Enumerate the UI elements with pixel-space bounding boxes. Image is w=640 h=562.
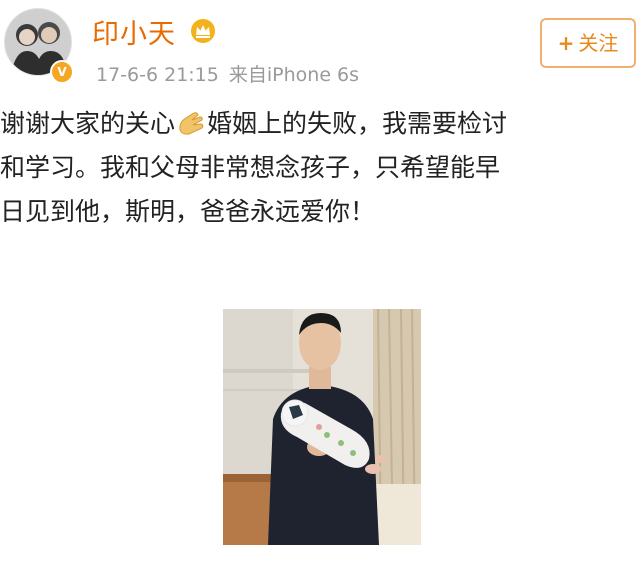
post-line-1-after: 婚姻上的失败，我需要检讨: [207, 109, 508, 138]
post-line-2: 和学习。我和父母非常想念孩子，只希望能早: [0, 153, 501, 182]
post-meta: 17-6-6 21:15 来自iPhone 6s: [96, 60, 369, 87]
author-name[interactable]: 印小天: [92, 12, 176, 51]
post-timestamp: 17-6-6 21:15: [96, 64, 219, 86]
crown-icon: [191, 19, 215, 43]
verified-v-icon: V: [50, 60, 74, 84]
post-content: 谢谢大家的关心 婚姻上的失败，我需要检讨 和学习。我和父母非常想念孩子，只希望能…: [0, 102, 640, 234]
post-photo[interactable]: [223, 309, 421, 545]
post-line-1-before: 谢谢大家的关心: [0, 109, 176, 138]
plus-icon: +: [557, 31, 575, 55]
clap-emoji: [179, 112, 204, 135]
follow-label: 关注: [578, 31, 619, 55]
post-line-3: 日见到他，斯明，爸爸永远爱你！: [0, 197, 376, 226]
post-line-1: 谢谢大家的关心 婚姻上的失败，我需要检讨: [0, 102, 640, 146]
weibo-post: V 印小天 17-6-6 21:15 来自iPhone 6s + 关注 谢谢大家的关…: [0, 0, 640, 562]
follow-button[interactable]: + 关注: [540, 18, 636, 68]
photo-man-holding-baby: [223, 309, 421, 545]
post-source[interactable]: 来自iPhone 6s: [229, 64, 359, 86]
